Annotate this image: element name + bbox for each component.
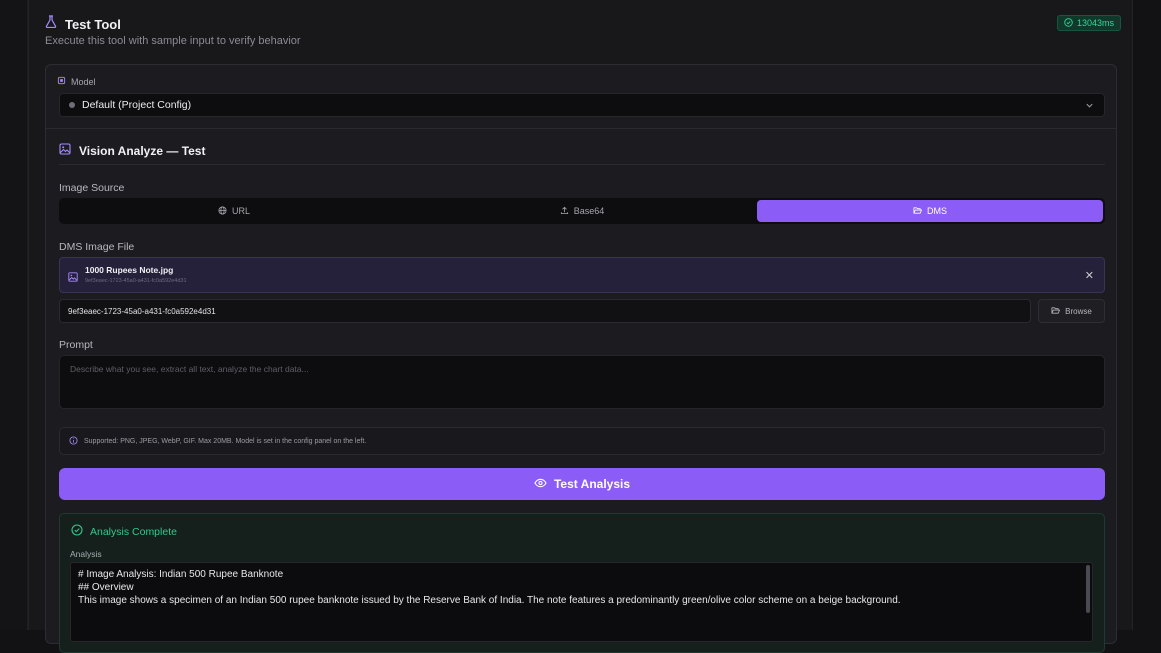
browse-button[interactable]: Browse — [1038, 299, 1105, 323]
duration-badge: 13043ms — [1057, 15, 1122, 31]
app-root: Test Tool Execute this tool with sample … — [0, 0, 1161, 653]
left-rail — [0, 0, 28, 630]
analysis-label: Analysis — [70, 549, 102, 559]
panel-title: Test Tool — [65, 16, 121, 32]
dms-file-label: DMS Image File — [59, 241, 135, 253]
model-select-value: Default (Project Config) — [82, 99, 192, 111]
browse-button-label: Browse — [1065, 306, 1092, 316]
check-circle-icon — [1064, 17, 1073, 29]
upload-icon — [560, 206, 569, 217]
test-tool-panel: Test Tool Execute this tool with sample … — [28, 0, 1133, 653]
test-analysis-button[interactable]: Test Analysis — [59, 468, 1105, 500]
section-title: Vision Analyze — Test — [59, 143, 205, 158]
chevron-down-icon — [1085, 101, 1094, 113]
prompt-textarea[interactable]: Describe what you see, extract all text,… — [59, 355, 1105, 409]
test-card: Model Default (Project Config) Vision An… — [45, 64, 1117, 653]
folder-open-icon — [1051, 306, 1061, 317]
model-status-dot — [69, 102, 75, 108]
flask-icon — [45, 15, 57, 33]
tab-dms-label: DMS — [927, 206, 947, 216]
model-select[interactable]: Default (Project Config) — [59, 93, 1105, 117]
globe-icon — [218, 205, 227, 217]
cpu-icon — [57, 76, 66, 87]
file-name: 1000 Rupees Note.jpg — [85, 265, 174, 275]
duration-text: 13043ms — [1077, 18, 1115, 28]
scrollbar-thumb[interactable] — [1086, 565, 1090, 613]
divider — [46, 128, 1116, 129]
tab-base64-label: Base64 — [573, 206, 605, 216]
tab-base64[interactable]: Base64 — [409, 200, 755, 222]
dms-id-input[interactable]: 9ef3eaec-1723-45a0-a431-fc0a592e4d31 — [59, 299, 1031, 323]
image-source-label: Image Source — [59, 182, 125, 194]
info-note: Supported: PNG, JPEG, WebP, GIF. Max 20M… — [59, 427, 1105, 455]
file-id: 9ef3eaec-1723-45a0-a431-fc0a592e4d31 — [85, 278, 187, 284]
result-status: Analysis Complete — [71, 524, 177, 539]
info-icon — [69, 435, 78, 447]
analysis-line: # Image Analysis: Indian 500 Rupee Bankn… — [78, 569, 284, 580]
model-label-text: Model — [71, 76, 96, 87]
test-analysis-label: Test Analysis — [553, 477, 631, 491]
tab-url[interactable]: URL — [61, 200, 407, 222]
model-label: Model — [57, 76, 96, 87]
remove-file-close-icon[interactable]: ✕ — [1085, 269, 1094, 282]
image-icon — [59, 143, 71, 158]
prompt-label: Prompt — [59, 339, 93, 351]
analysis-line: This image shows a specimen of an Indian… — [78, 595, 901, 606]
divider — [59, 164, 1105, 165]
image-file-icon — [68, 269, 78, 287]
image-source-toggle: URL Base64 DMS — [59, 198, 1105, 224]
panel-subtitle: Execute this tool with sample input to v… — [45, 35, 301, 47]
selected-file-chip: 1000 Rupees Note.jpg 9ef3eaec-1723-45a0-… — [59, 257, 1105, 293]
tab-url-label: URL — [231, 206, 250, 216]
info-text: Supported: PNG, JPEG, WebP, GIF. Max 20M… — [84, 437, 367, 445]
analysis-output[interactable]: # Image Analysis: Indian 500 Rupee Bankn… — [70, 562, 1093, 642]
section-title-text: Vision Analyze — Test — [79, 143, 206, 158]
check-circle-icon — [71, 524, 83, 539]
panel-header: Test Tool — [45, 15, 121, 33]
eye-icon — [534, 477, 547, 491]
right-rail — [1133, 0, 1161, 630]
result-status-text: Analysis Complete — [90, 525, 177, 538]
folder-open-icon — [913, 206, 922, 217]
result-panel: Analysis Complete Analysis # Image Analy… — [59, 513, 1105, 653]
tab-dms[interactable]: DMS — [757, 200, 1103, 222]
analysis-line: ## Overview — [78, 582, 134, 593]
